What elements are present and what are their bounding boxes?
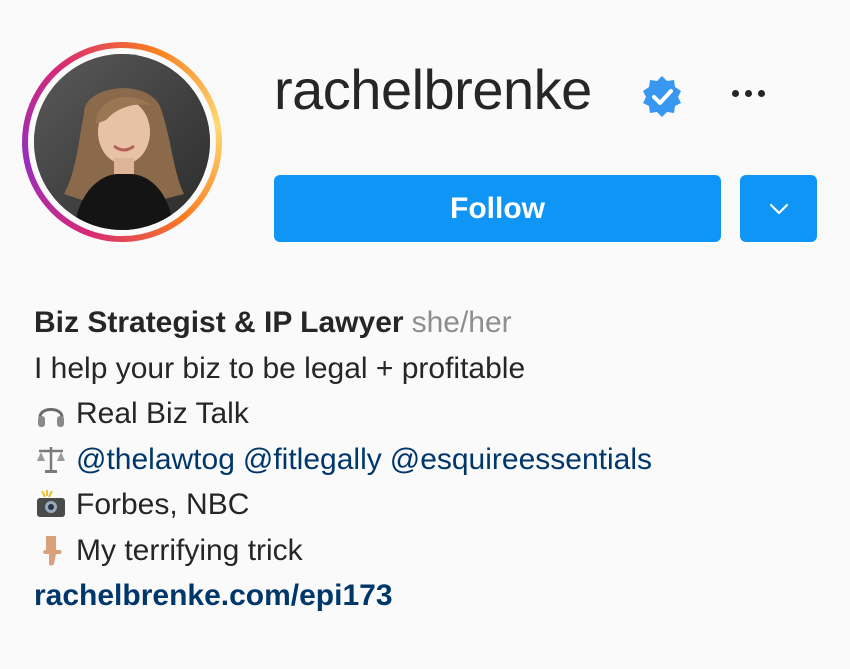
website-link[interactable]: rachelbrenke.com/epi173 (34, 573, 393, 619)
bio-website-line: rachelbrenke.com/epi173 (34, 573, 660, 619)
bio-podcast-line: Real Biz Talk (34, 391, 660, 437)
follow-button-label: Follow (450, 191, 545, 225)
bio-name-line: Biz Strategist & IP Lawyer she/her (34, 300, 660, 346)
balance-scale-icon (37, 447, 65, 474)
bio-podcast-text: Real Biz Talk (76, 397, 249, 430)
bio-press-text: Forbes, NBC (76, 488, 250, 521)
bio-trick-line: My terrifying trick (34, 528, 660, 574)
more-dot (757, 89, 765, 97)
more-dot (744, 89, 752, 97)
bio-tagline-text: I help your biz to be legal + profitable (34, 351, 526, 385)
mention-link-esquireessentials[interactable]: @esquireessentials (390, 437, 652, 483)
follow-button[interactable]: Follow (274, 175, 721, 242)
avatar-photo-image (34, 54, 210, 230)
bio-accounts-line: @thelawtog @fitlegally @esquireessential… (34, 437, 660, 483)
bio-press-line: Forbes, NBC (34, 482, 660, 528)
pointing-down-icon (43, 536, 62, 566)
bio-tagline: I help your biz to be legal + profitable (34, 346, 660, 392)
more-dot (731, 89, 739, 97)
profile-username: rachelbrenke (274, 58, 592, 121)
mention-link-fitlegally[interactable]: @fitlegally (243, 437, 382, 483)
verified-badge-icon (640, 74, 684, 118)
avatar[interactable] (34, 54, 210, 230)
headphones-icon (38, 407, 64, 427)
suggested-accounts-dropdown-button[interactable] (740, 175, 817, 242)
more-options-icon[interactable] (724, 78, 772, 108)
profile-bio: Biz Strategist & IP Lawyer she/her I hel… (34, 300, 660, 619)
bio-trick-text: My terrifying trick (76, 533, 303, 567)
camera-flash-icon (37, 489, 65, 517)
bio-pronouns: she/her (411, 306, 512, 339)
mention-link-thelawtog[interactable]: @thelawtog (76, 437, 235, 483)
chevron-down-icon (769, 203, 788, 214)
avatar-story-ring[interactable] (22, 42, 222, 242)
bio-display-name: Biz Strategist & IP Lawyer (34, 306, 404, 339)
